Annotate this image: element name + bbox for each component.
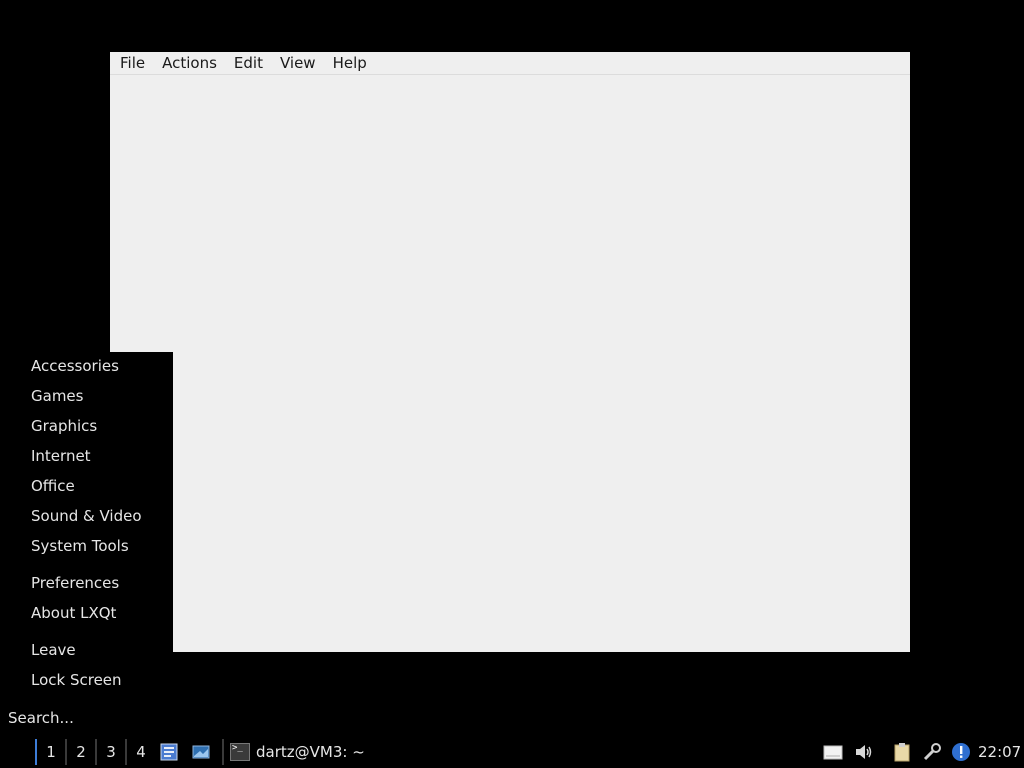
app-window: File Actions Edit View Help bbox=[110, 52, 910, 652]
task-button-terminal[interactable]: dartz@VM3: ~ bbox=[222, 739, 374, 765]
menu-edit[interactable]: Edit bbox=[224, 52, 270, 74]
file-manager-icon[interactable] bbox=[160, 743, 178, 761]
menu-help[interactable]: Help bbox=[323, 52, 374, 74]
menu-games[interactable]: Games bbox=[31, 384, 83, 408]
network-tools-icon[interactable] bbox=[922, 742, 942, 762]
menu-accessories[interactable]: Accessories bbox=[31, 354, 119, 378]
clipboard-icon[interactable] bbox=[892, 742, 912, 762]
menu-about-lxqt[interactable]: About LXQt bbox=[31, 601, 116, 625]
removable-drive-icon[interactable] bbox=[823, 742, 843, 762]
menu-view[interactable]: View bbox=[270, 52, 323, 74]
show-desktop-icon[interactable] bbox=[192, 743, 210, 761]
menu-office[interactable]: Office bbox=[31, 474, 75, 498]
menubar: File Actions Edit View Help bbox=[110, 52, 910, 75]
menu-graphics[interactable]: Graphics bbox=[31, 414, 97, 438]
clock[interactable]: 22:07 bbox=[978, 736, 1021, 768]
menu-preferences[interactable]: Preferences bbox=[31, 571, 119, 595]
workspace-1[interactable]: 1 bbox=[35, 739, 65, 765]
task-label: dartz@VM3: ~ bbox=[256, 743, 365, 761]
terminal-icon bbox=[230, 743, 250, 761]
workspace-2[interactable]: 2 bbox=[65, 739, 95, 765]
workspace-4[interactable]: 4 bbox=[125, 739, 155, 765]
search-input[interactable]: Search... bbox=[8, 706, 74, 730]
start-menu: Accessories Games Graphics Internet Offi… bbox=[0, 352, 173, 736]
menu-file[interactable]: File bbox=[110, 52, 152, 74]
menu-internet[interactable]: Internet bbox=[31, 444, 91, 468]
menu-actions[interactable]: Actions bbox=[152, 52, 224, 74]
menu-system-tools[interactable]: System Tools bbox=[31, 534, 129, 558]
taskbar: 1 2 3 4 dartz@VM3: ~ bbox=[0, 736, 1024, 768]
menu-sound-video[interactable]: Sound & Video bbox=[31, 504, 142, 528]
desktop: File Actions Edit View Help Accessories … bbox=[0, 0, 1024, 768]
menu-lock-screen[interactable]: Lock Screen bbox=[31, 668, 122, 692]
volume-icon[interactable] bbox=[854, 742, 874, 762]
update-notifier-icon[interactable] bbox=[951, 742, 971, 762]
workspace-3[interactable]: 3 bbox=[95, 739, 125, 765]
menu-leave[interactable]: Leave bbox=[31, 638, 76, 662]
